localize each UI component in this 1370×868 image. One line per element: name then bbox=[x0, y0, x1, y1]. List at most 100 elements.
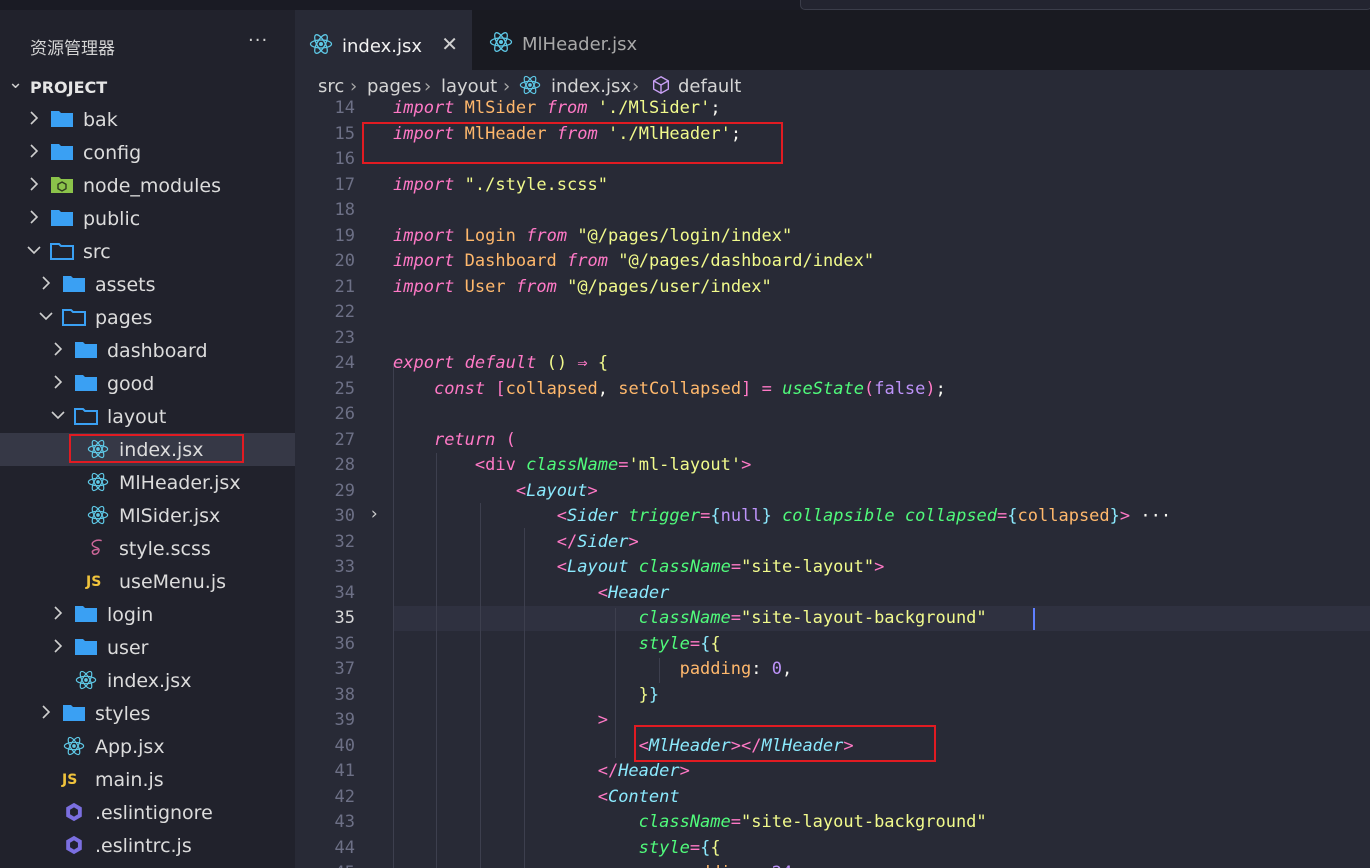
folder-icon bbox=[49, 240, 75, 262]
chevron-right-icon bbox=[26, 174, 40, 194]
tree-item[interactable]: .eslintrc.js bbox=[0, 829, 295, 862]
code-token: ; bbox=[935, 378, 946, 399]
code-line[interactable]: <Sider trigger={null} collapsible collap… bbox=[393, 504, 1171, 529]
code-line[interactable]: padding: 24, bbox=[393, 861, 803, 868]
tree-item[interactable]: assets bbox=[0, 268, 295, 301]
code-token: <div bbox=[474, 455, 516, 475]
tree-item[interactable]: dashboard bbox=[0, 334, 295, 367]
code-line[interactable]: export default () ⇒ { bbox=[393, 351, 608, 376]
code-token: 'ml-layout' bbox=[628, 455, 742, 475]
code-line[interactable]: <Layout className="site-layout"> bbox=[393, 555, 885, 580]
line-number: 40 bbox=[334, 735, 355, 756]
tree-item[interactable]: config bbox=[0, 136, 295, 169]
code-line[interactable]: import Login from "@/pages/login/index" bbox=[393, 224, 792, 249]
tab-label: MlHeader.jsx bbox=[522, 34, 638, 55]
code-line[interactable]: padding: 0, bbox=[393, 657, 793, 682]
code-line[interactable]: <div className='ml-layout'> bbox=[393, 453, 751, 478]
tree-item[interactable]: good bbox=[0, 367, 295, 400]
tree-item[interactable]: pages bbox=[0, 301, 295, 334]
code-token: { bbox=[700, 633, 711, 654]
code-line[interactable]: style={{ bbox=[393, 632, 721, 657]
code-token: < bbox=[556, 557, 568, 577]
code-token: 0 bbox=[771, 659, 782, 679]
tree-item[interactable]: JS main.js bbox=[0, 763, 295, 796]
more-actions-icon[interactable]: ··· bbox=[248, 30, 268, 51]
tree-item[interactable]: public bbox=[0, 202, 295, 235]
tree-item[interactable]: layout bbox=[0, 400, 295, 433]
tree-item[interactable]: src bbox=[0, 235, 295, 268]
code-token: import bbox=[393, 225, 455, 246]
code-line[interactable]: return ( bbox=[393, 428, 516, 453]
chevron-right-icon bbox=[38, 273, 52, 293]
fold-chevron-icon[interactable]: › bbox=[369, 504, 379, 524]
code-line[interactable]: <Content bbox=[393, 785, 680, 810]
tab-index-jsx[interactable]: index.jsx ✕ bbox=[295, 10, 472, 72]
code-line[interactable]: import "./style.scss" bbox=[393, 173, 608, 198]
code-line[interactable]: className="site-layout-background" bbox=[393, 810, 987, 835]
tree-item-label: .eslintignore bbox=[95, 802, 213, 824]
code-line[interactable]: import MlSider from './MlSider'; bbox=[393, 98, 721, 121]
code-token: { bbox=[700, 837, 711, 858]
code-line[interactable]: <Layout> bbox=[393, 479, 598, 504]
breadcrumb: src › pages › layout › index.jsx › defau… bbox=[295, 70, 1370, 98]
eslint-icon bbox=[61, 801, 87, 823]
code-line[interactable]: </Header> bbox=[393, 759, 690, 784]
code-editor[interactable]: 14 import MlSider from './MlSider'; 15 impo… bbox=[295, 98, 1370, 868]
code-token: trigger bbox=[628, 506, 701, 526]
tree-item-label: login bbox=[107, 604, 154, 626]
code-line[interactable]: import Dashboard from "@/pages/dashboard… bbox=[393, 249, 874, 274]
code-token: "@/pages/login/index" bbox=[577, 225, 793, 246]
tree-item[interactable]: App.jsx bbox=[0, 730, 295, 763]
code-token: default bbox=[464, 353, 537, 373]
breadcrumb-item[interactable]: index.jsx bbox=[551, 76, 631, 97]
code-token: padding bbox=[680, 863, 752, 868]
project-section-header[interactable]: ⌄ PROJECT bbox=[0, 72, 295, 98]
breadcrumb-item[interactable]: src bbox=[318, 76, 344, 97]
code-line[interactable]: </Sider> bbox=[393, 530, 639, 555]
tree-item[interactable]: user bbox=[0, 631, 295, 664]
react-icon bbox=[309, 32, 333, 60]
code-line[interactable]: const [collapsed, setCollapsed] = useSta… bbox=[393, 377, 946, 402]
tree-item[interactable]: bak bbox=[0, 103, 295, 136]
breadcrumb-item[interactable]: default bbox=[678, 76, 741, 97]
tree-item-label: main.js bbox=[95, 769, 164, 791]
tab-mlheader-jsx[interactable]: MlHeader.jsx bbox=[475, 10, 675, 70]
breadcrumb-item[interactable]: pages bbox=[367, 76, 421, 97]
tree-item[interactable]: MlHeader.jsx bbox=[0, 466, 295, 499]
command-search-box[interactable] bbox=[800, 0, 1370, 10]
tree-item[interactable]: node_modules bbox=[0, 169, 295, 202]
tree-item[interactable]: login bbox=[0, 598, 295, 631]
code-token: from bbox=[526, 225, 568, 246]
code-line[interactable]: import User from "@/pages/user/index" bbox=[393, 275, 772, 300]
tree-item[interactable]: MlSider.jsx bbox=[0, 499, 295, 532]
tree-item[interactable]: styles bbox=[0, 697, 295, 730]
tree-item-label: MlHeader.jsx bbox=[119, 472, 241, 494]
tree-item[interactable]: JS useMenu.js bbox=[0, 565, 295, 598]
tree-item[interactable]: style.scss bbox=[0, 532, 295, 565]
line-number: 20 bbox=[334, 251, 355, 271]
close-icon[interactable]: ✕ bbox=[441, 32, 458, 56]
code-line[interactable]: }} bbox=[393, 683, 660, 708]
code-token: { bbox=[710, 837, 721, 858]
breadcrumb-item[interactable]: layout bbox=[441, 76, 497, 97]
code-line[interactable]: > bbox=[393, 708, 608, 733]
tree-item[interactable]: .eslintignore bbox=[0, 796, 295, 829]
tree-item-label: style.scss bbox=[119, 538, 211, 560]
code-line[interactable]: <Header bbox=[393, 581, 670, 606]
code-token: collapsible bbox=[782, 506, 895, 526]
line-number: 15 bbox=[334, 123, 355, 144]
code-line[interactable]: style={{ bbox=[393, 836, 721, 861]
line-number: 30 bbox=[334, 506, 355, 526]
code-line[interactable]: className="site-layout-background" bbox=[393, 606, 987, 631]
tree-item[interactable]: index.jsx bbox=[0, 664, 295, 697]
folder-icon bbox=[61, 702, 87, 724]
